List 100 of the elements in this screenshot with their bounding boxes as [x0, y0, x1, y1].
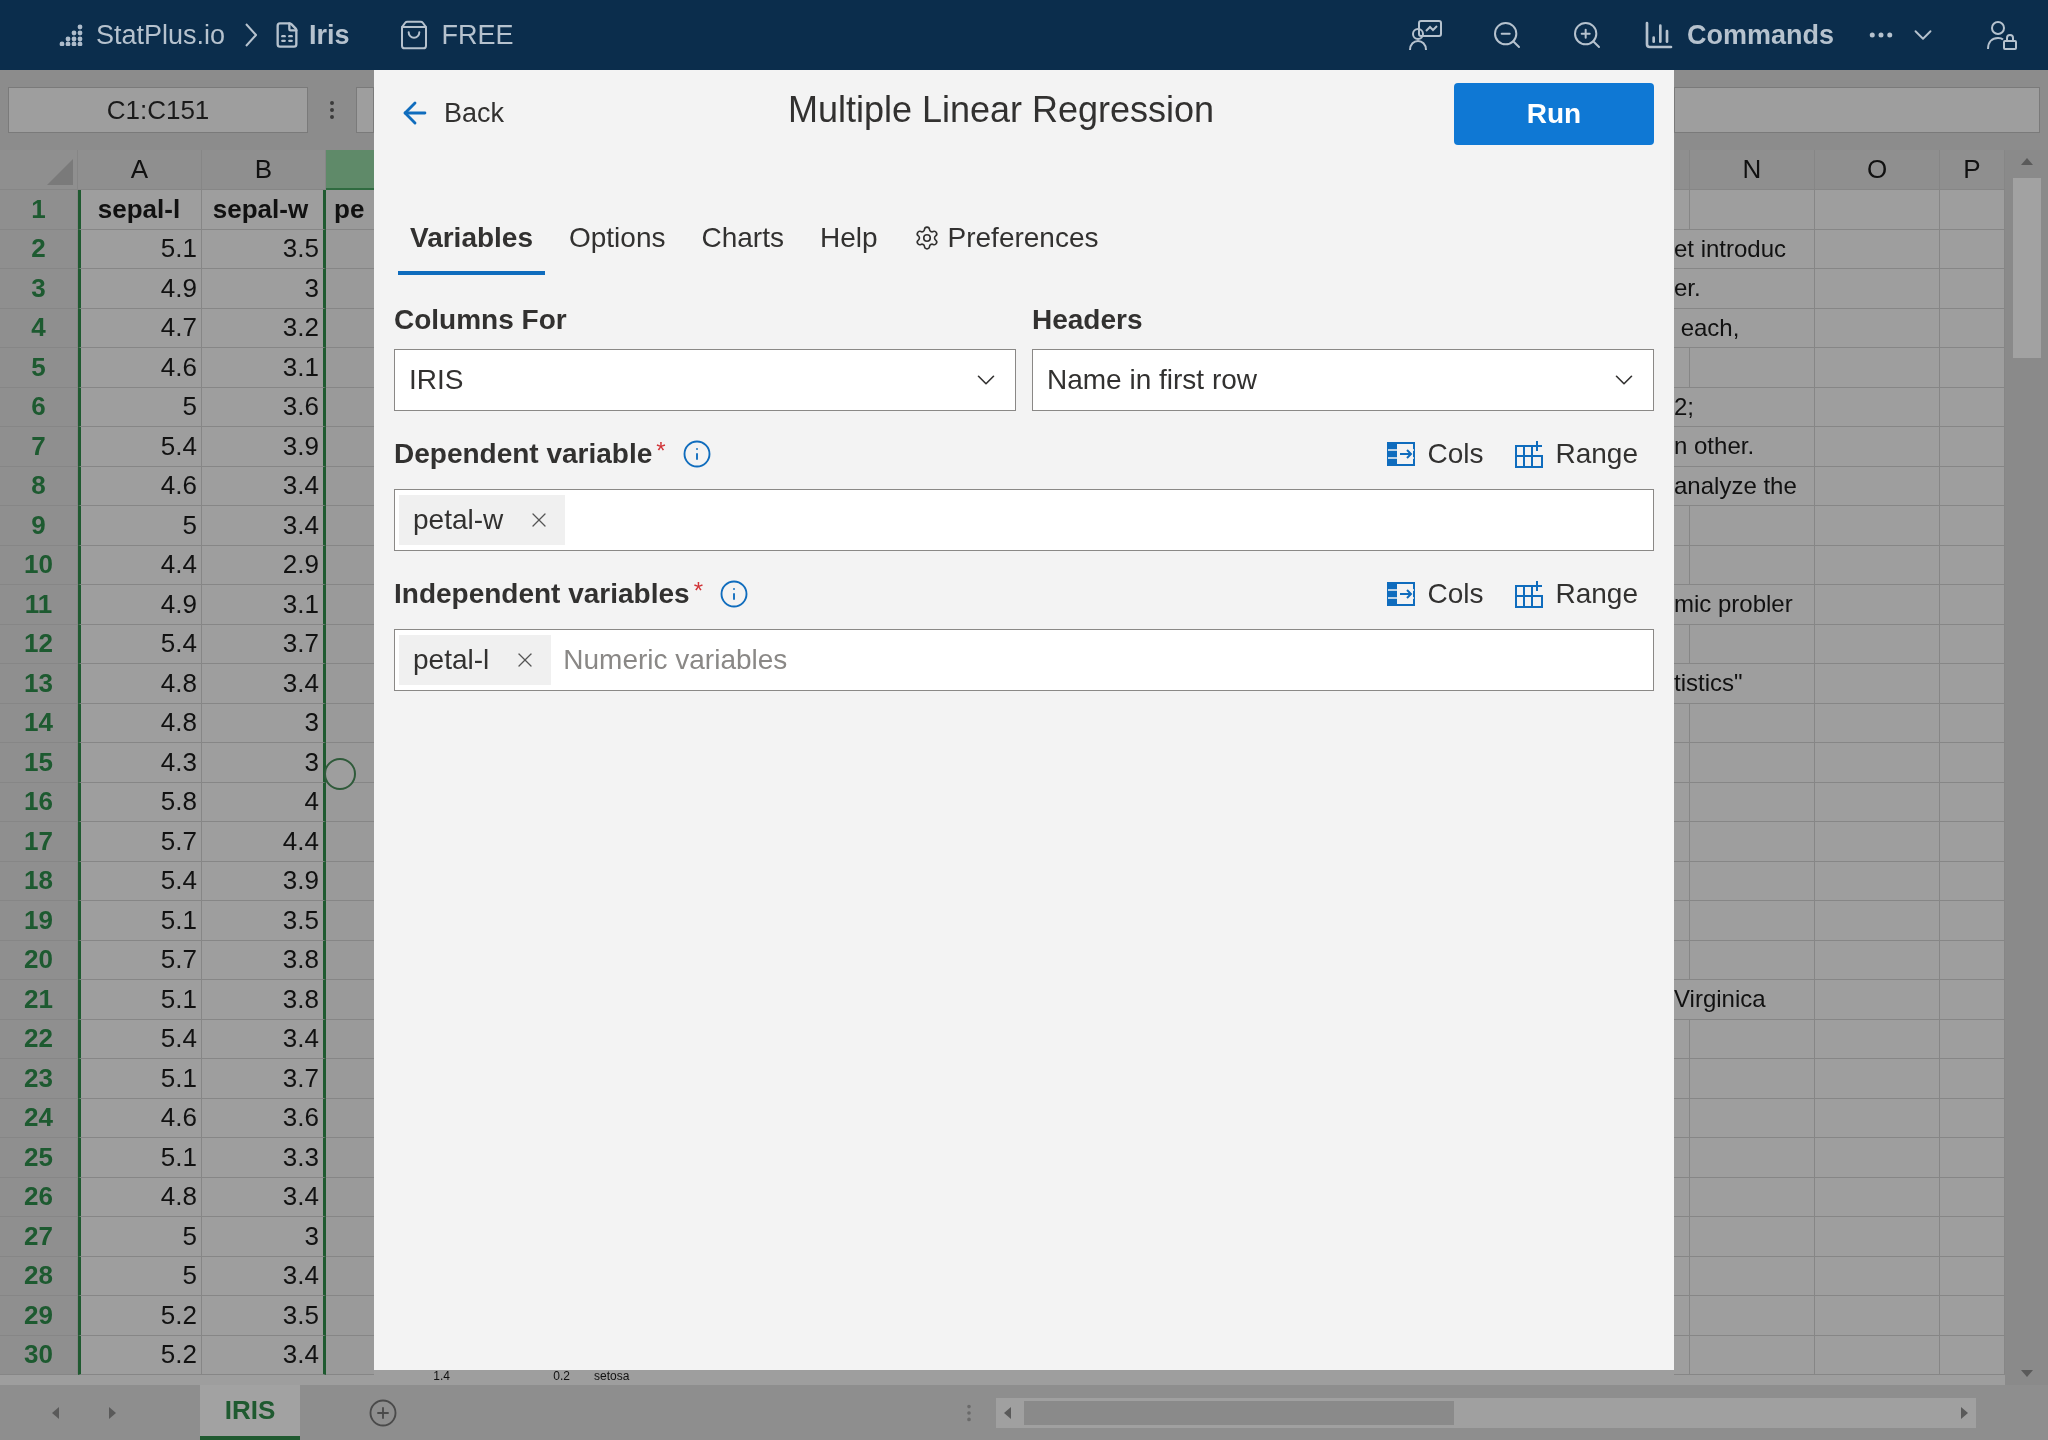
row-number[interactable]: 16 — [0, 782, 78, 822]
row-number[interactable]: 13 — [0, 664, 78, 704]
table-cell: 5.1 — [78, 229, 202, 269]
table-cell: 5 — [78, 506, 202, 546]
table-cell: 3.9 — [202, 427, 326, 467]
chevron-right-icon — [245, 23, 258, 47]
variable-chip[interactable]: petal-l — [399, 635, 552, 685]
horizontal-scrollbar[interactable] — [996, 1397, 1976, 1428]
table-cell: 3.4 — [202, 1256, 326, 1296]
row-number[interactable]: 22 — [0, 1019, 78, 1059]
dots-logo-icon — [58, 24, 84, 46]
row-number[interactable]: 9 — [0, 506, 78, 546]
field-label: Dependent variable — [394, 437, 653, 471]
table-cell: 3.5 — [202, 1296, 326, 1336]
run-button[interactable]: Run — [1454, 83, 1654, 145]
table-cell — [326, 545, 374, 585]
row-number[interactable]: 18 — [0, 861, 78, 901]
table-cell: 3.4 — [202, 664, 326, 704]
table-cell: sepal-w — [202, 190, 326, 230]
formula-input-field[interactable] — [1674, 87, 2040, 133]
cols-button[interactable]: Cols — [1383, 433, 1488, 475]
row-number[interactable]: 26 — [0, 1177, 78, 1217]
table-cell: pe — [326, 190, 374, 230]
row-number[interactable]: 7 — [0, 427, 78, 467]
row-number[interactable]: 30 — [0, 1335, 78, 1375]
table-cell: 5.8 — [78, 782, 202, 822]
row-number[interactable]: 29 — [0, 1296, 78, 1336]
table-cell — [326, 348, 374, 388]
row-number[interactable]: 23 — [0, 1059, 78, 1099]
workbook-name[interactable]: Iris — [309, 14, 350, 56]
sheet-tab[interactable]: IRIS — [200, 1385, 300, 1440]
table-cell — [326, 1059, 374, 1099]
row-number[interactable]: 25 — [0, 1138, 78, 1178]
row-number[interactable]: 11 — [0, 585, 78, 625]
tab[interactable]: Options — [557, 205, 678, 275]
table-cell — [326, 466, 374, 506]
row-number[interactable]: 21 — [0, 980, 78, 1020]
scrollbar-thumb[interactable] — [2012, 178, 2041, 358]
field-label: Columns For — [394, 303, 568, 337]
selected-column-header[interactable] — [326, 150, 374, 190]
row-number[interactable]: 4 — [0, 308, 78, 348]
field-label: Headers — [1032, 303, 1144, 337]
table-cell — [326, 980, 374, 1020]
range-button[interactable]: Range — [1511, 433, 1642, 475]
tab[interactable]: Help — [807, 205, 890, 275]
variable-field[interactable]: petal-l Numeric variables — [394, 629, 1654, 691]
person-board-icon[interactable] — [1408, 19, 1443, 51]
table-cell: 5 — [78, 387, 202, 427]
row-number[interactable]: 15 — [0, 743, 78, 783]
table-cell — [326, 664, 374, 704]
row-number[interactable]: 20 — [0, 940, 78, 980]
row-number[interactable]: 8 — [0, 466, 78, 506]
vertical-scrollbar[interactable] — [2005, 150, 2048, 1385]
row-number[interactable]: 14 — [0, 703, 78, 743]
table-cell: 3.8 — [202, 980, 326, 1020]
row-number[interactable]: 24 — [0, 1098, 78, 1138]
table-cell: 4.8 — [78, 664, 202, 704]
table-cell: 4.6 — [78, 466, 202, 506]
table-cell: 4.3 — [78, 743, 202, 783]
info-icon[interactable] — [681, 439, 712, 469]
formula-input-field[interactable] — [356, 87, 374, 133]
table-cell — [326, 1296, 374, 1336]
row-number[interactable]: 12 — [0, 624, 78, 664]
row-number[interactable]: 5 — [0, 348, 78, 388]
variable-chip[interactable]: petal-w — [399, 495, 566, 545]
table-cell: 4.6 — [78, 348, 202, 388]
row-number[interactable]: 10 — [0, 545, 78, 585]
row-number[interactable]: 3 — [0, 269, 78, 309]
row-number[interactable]: 1 — [0, 190, 78, 230]
add-sheet-icon[interactable] — [368, 1397, 398, 1428]
row-number[interactable]: 27 — [0, 1217, 78, 1257]
table-cell: 3.4 — [202, 506, 326, 546]
variable-field[interactable]: petal-w — [394, 489, 1654, 551]
table-cell: 3 — [202, 743, 326, 783]
cell-reference-field[interactable]: C1:C151 — [8, 87, 308, 133]
back-button[interactable]: Back — [394, 93, 509, 134]
range-button[interactable]: Range — [1511, 573, 1642, 615]
tab[interactable]: Charts — [689, 205, 796, 275]
cols-button[interactable]: Cols — [1383, 573, 1488, 615]
row-number[interactable]: 6 — [0, 387, 78, 427]
table-cell: 5.7 — [78, 940, 202, 980]
tab[interactable]: Preferences — [901, 205, 1111, 275]
grid-plus-icon — [1515, 580, 1544, 608]
table-cell: 3.1 — [202, 585, 326, 625]
tab[interactable]: Variables — [398, 205, 545, 275]
table-cell-text: 0.2 — [552, 1370, 570, 1382]
table-cell-text: 1.4 — [432, 1370, 450, 1382]
app-name[interactable]: StatPlus.io — [96, 14, 226, 56]
commands-button[interactable]: Commands — [1686, 14, 1834, 56]
row-number[interactable]: 17 — [0, 822, 78, 862]
row-number[interactable]: 28 — [0, 1256, 78, 1296]
dropdown[interactable]: Name in first row — [1032, 349, 1654, 411]
row-number[interactable]: 19 — [0, 901, 78, 941]
plan-label[interactable]: FREE — [441, 14, 514, 56]
row-number[interactable]: 2 — [0, 229, 78, 269]
table-cell: 3.1 — [202, 348, 326, 388]
user-lock-icon[interactable] — [1986, 19, 2018, 51]
dropdown[interactable]: IRIS — [394, 349, 1016, 411]
info-icon[interactable] — [719, 579, 749, 609]
variable-input[interactable]: Numeric variables — [563, 639, 1649, 681]
